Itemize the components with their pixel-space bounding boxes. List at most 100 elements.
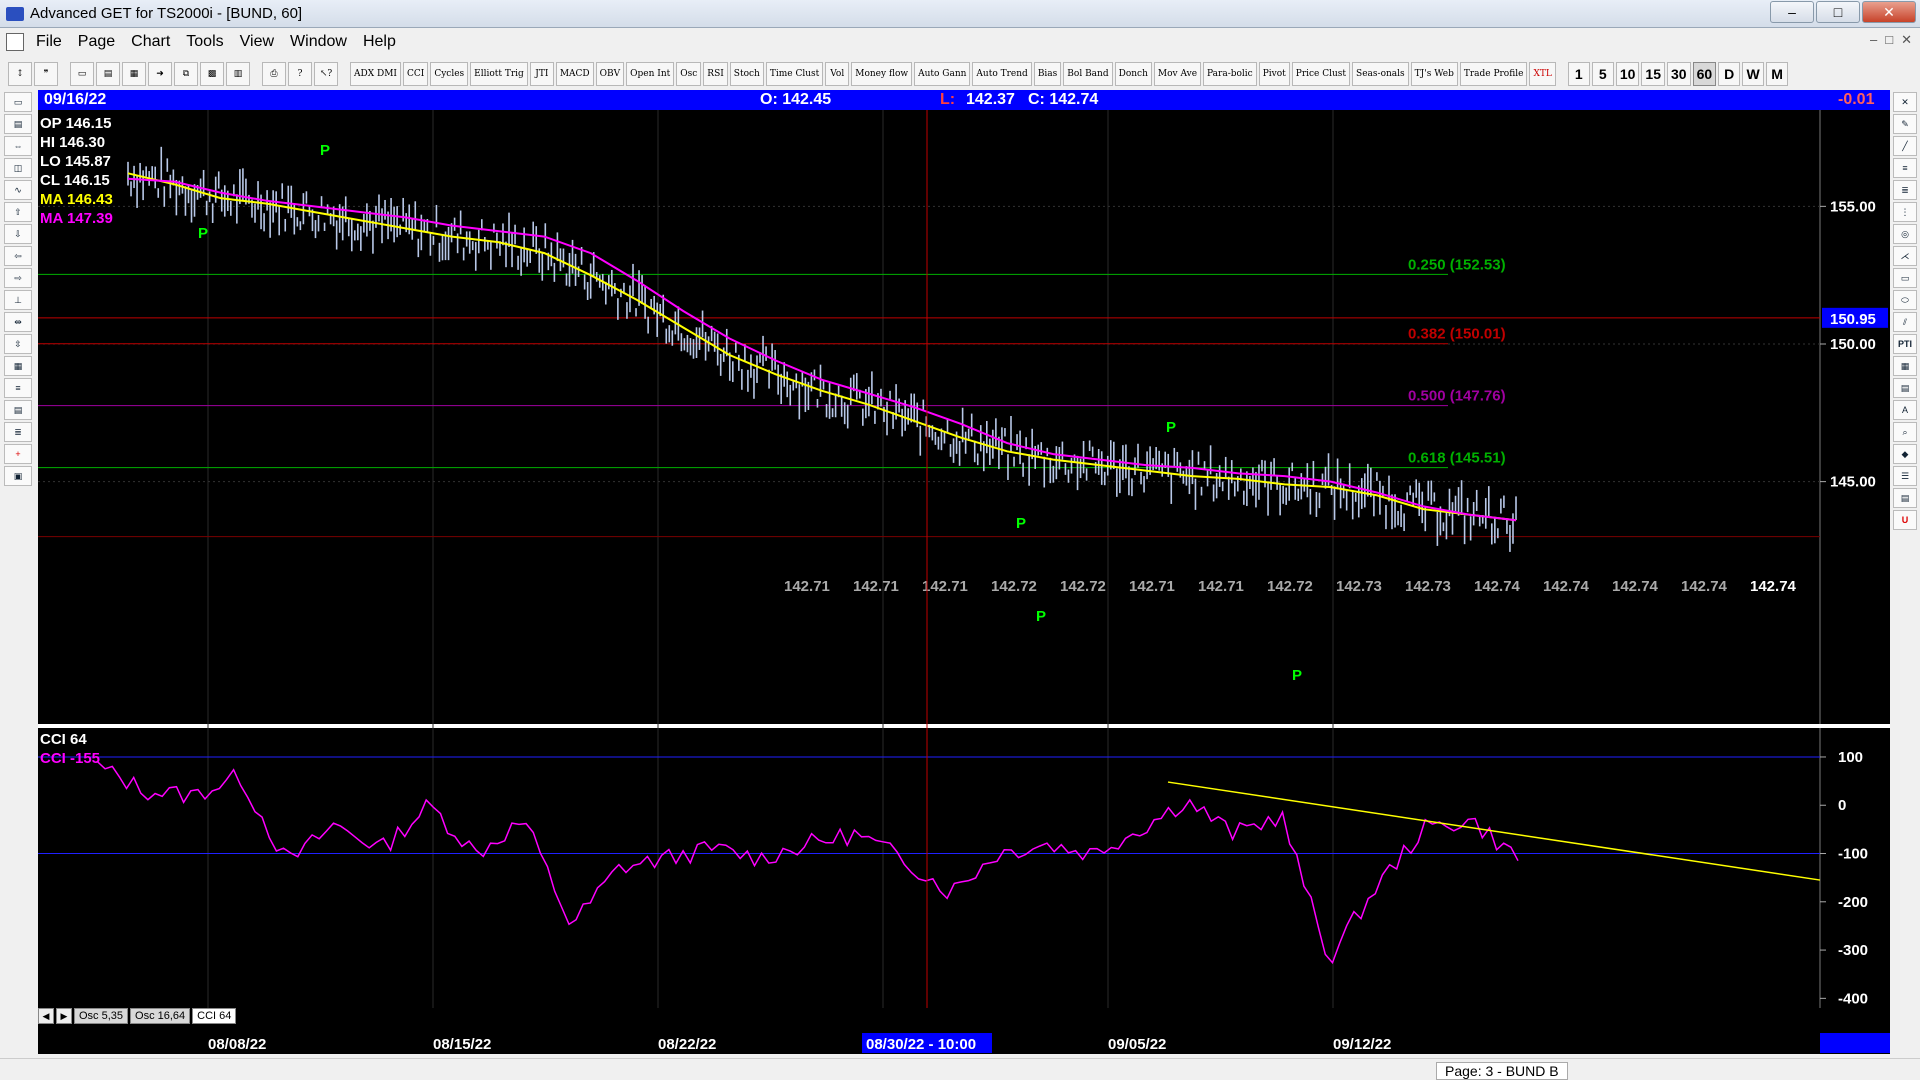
study-button-12[interactable]: Vol (825, 62, 850, 86)
study-button-23[interactable]: Seas-onals (1352, 62, 1409, 86)
chart-area[interactable]: 155.00 150.00 145.00 150.95 100 0 -100 -200 -300… (38, 110, 1890, 1038)
study-button-18[interactable]: Donch (1114, 62, 1152, 86)
fib-retracement-icon[interactable]: ≡ (1893, 158, 1917, 178)
mdi-close-button[interactable]: ✕ (1901, 32, 1912, 48)
study-button-24[interactable]: TJ's Web (1410, 62, 1458, 86)
save-icon[interactable]: ▦ (122, 62, 146, 86)
compress-icon[interactable]: ⊥ (4, 290, 32, 310)
elliott-icon[interactable]: ∿ (4, 180, 32, 200)
ellipse-icon[interactable]: ⬭ (1893, 290, 1917, 310)
timeframe-button-5[interactable]: 5 (1591, 62, 1614, 86)
mob-icon[interactable]: ▤ (1893, 378, 1917, 398)
menu-file[interactable]: File (28, 33, 70, 51)
reset-icon[interactable]: ⇔ (4, 136, 32, 156)
document-icon[interactable] (6, 33, 24, 51)
timeframe-button-30[interactable]: 30 (1666, 62, 1691, 86)
study-button-9[interactable]: RSI (703, 62, 728, 86)
study-button-8[interactable]: Osc (676, 62, 702, 86)
pane-divider[interactable] (38, 724, 1890, 728)
study-button-15[interactable]: Auto Trend (972, 62, 1032, 86)
study-button-0[interactable]: ADX DMI (350, 62, 401, 86)
study-button-11[interactable]: Time Clust (765, 62, 824, 86)
expand-h-icon[interactable]: ⇹ (4, 312, 32, 332)
box-icon[interactable]: ▭ (1893, 268, 1917, 288)
price-chart[interactable]: 155.00 150.00 145.00 150.95 100 0 -100 -200 -300… (38, 110, 1890, 1038)
study-button-3[interactable]: Elliott Trig (470, 62, 528, 86)
arrow-up-icon[interactable]: ⇧ (4, 202, 32, 222)
help-icon[interactable]: ? (288, 62, 312, 86)
study-button-4[interactable]: JTI (529, 62, 554, 86)
pti-icon[interactable]: PTI (1893, 334, 1917, 354)
report-icon[interactable]: ▤ (1893, 488, 1917, 508)
minimize-button[interactable]: – (1770, 1, 1814, 23)
mdi-restore-button[interactable]: □ (1885, 32, 1893, 48)
study-icon[interactable]: ◫ (4, 158, 32, 178)
menu-view[interactable]: View (232, 33, 282, 51)
study-button-13[interactable]: Money flow (851, 62, 913, 86)
mdi-minimize-button[interactable]: – (1870, 32, 1877, 48)
delete-icon[interactable]: ✕ (1893, 92, 1917, 112)
circle-icon[interactable]: ◎ (1893, 224, 1917, 244)
timeframe-button-60[interactable]: 60 (1692, 62, 1717, 86)
arrow-right-icon[interactable]: ⇨ (4, 268, 32, 288)
quote-icon[interactable]: ❞ (34, 62, 58, 86)
channel-icon[interactable]: ⫽ (1893, 312, 1917, 332)
close-button[interactable]: ✕ (1862, 1, 1916, 23)
crosshair-icon[interactable]: + (4, 444, 32, 464)
study-button-7[interactable]: Open Int (626, 62, 675, 86)
study-button-2[interactable]: Cycles (430, 62, 469, 86)
marker-icon[interactable]: ◆ (1893, 444, 1917, 464)
grid-icon[interactable]: ▩ (200, 62, 224, 86)
print-icon[interactable]: ⎙ (262, 62, 286, 86)
text-icon[interactable]: A (1893, 400, 1917, 420)
tab-osc-5-35[interactable]: Osc 5,35 (74, 1008, 129, 1024)
fib-icon[interactable]: ≣ (4, 422, 32, 442)
study-button-25[interactable]: Trade Profile (1459, 62, 1528, 86)
maximize-button[interactable]: □ (1816, 1, 1860, 23)
new-file-icon[interactable]: ▭ (70, 62, 94, 86)
open-file-icon[interactable]: ▤ (96, 62, 120, 86)
copy-icon[interactable]: ⧉ (174, 62, 198, 86)
arrow-down-icon[interactable]: ⇩ (4, 224, 32, 244)
study-button-10[interactable]: Stoch (729, 62, 764, 86)
study-button-19[interactable]: Mov Ave (1153, 62, 1202, 86)
study-button-5[interactable]: MACD (555, 62, 594, 86)
timeframe-button-1[interactable]: 1 (1567, 62, 1590, 86)
arrow-left-icon[interactable]: ⇦ (4, 246, 32, 266)
study-button-26[interactable]: XTL (1529, 62, 1556, 86)
pointer-icon[interactable]: ↕ (8, 62, 32, 86)
study-button-22[interactable]: Price Clust (1291, 62, 1351, 86)
tab-prev-icon[interactable]: ◀ (38, 1008, 54, 1024)
fib-time-icon[interactable]: ⋮ (1893, 202, 1917, 222)
grid-view-icon[interactable]: ▦ (4, 356, 32, 376)
study-button-16[interactable]: Bias (1033, 62, 1062, 86)
study-button-17[interactable]: Bol Band (1063, 62, 1113, 86)
properties-icon[interactable]: ▣ (4, 466, 32, 486)
forward-icon[interactable]: ➜ (148, 62, 172, 86)
menu-page[interactable]: Page (70, 33, 123, 51)
menu-chart[interactable]: Chart (123, 33, 178, 51)
menu-window[interactable]: Window (282, 33, 355, 51)
list-icon[interactable]: ☰ (1893, 466, 1917, 486)
pencil-icon[interactable]: ✎ (1893, 114, 1917, 134)
tab-next-icon[interactable]: ▶ (56, 1008, 72, 1024)
zoom-icon[interactable]: ⌕ (1893, 422, 1917, 442)
menu-tools[interactable]: Tools (178, 33, 231, 51)
gann-icon[interactable]: ▤ (4, 400, 32, 420)
timeframe-button-D[interactable]: D (1718, 62, 1741, 86)
study-button-1[interactable]: CCI (402, 62, 429, 86)
expand-v-icon[interactable]: ⇳ (4, 334, 32, 354)
tab-cci-64[interactable]: CCI 64 (192, 1008, 237, 1024)
layout-icon[interactable]: ▥ (226, 62, 250, 86)
study-button-14[interactable]: Auto Gann (914, 62, 971, 86)
context-help-icon[interactable]: ↖? (314, 62, 338, 86)
fan-icon[interactable]: ⋌ (1893, 246, 1917, 266)
study-button-20[interactable]: Para-bolic (1203, 62, 1257, 86)
folder-icon[interactable]: ▭ (4, 92, 32, 112)
table-icon[interactable]: ▦ (1893, 356, 1917, 376)
timeframe-button-15[interactable]: 15 (1641, 62, 1665, 86)
timeframe-button-M[interactable]: M (1766, 62, 1789, 86)
fib-extension-icon[interactable]: ≣ (1893, 180, 1917, 200)
study-button-6[interactable]: OBV (595, 62, 625, 86)
line-icon[interactable]: ╱ (1893, 136, 1917, 156)
